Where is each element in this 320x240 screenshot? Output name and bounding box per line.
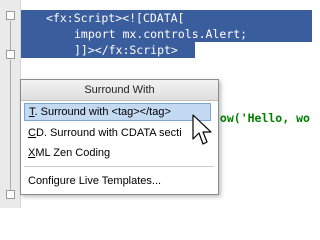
menu-item-label: Configure Live Templates... [28,175,162,187]
mnemonic: C [28,127,36,139]
popup-title: Surround With [21,80,218,101]
mouse-pointer-icon [192,114,212,145]
fold-marker-icon[interactable] [6,50,15,59]
fold-marker-icon[interactable] [6,190,15,199]
fold-line [10,60,11,190]
menu-item-label: D. Surround with CDATA secti [35,127,182,139]
menu-separator [24,166,214,167]
code-line-partial: how('Hello, wo [213,111,310,125]
editor-gutter [0,0,21,208]
fold-marker-icon[interactable] [6,11,15,20]
menu-item-label: . Surround with <tag></tag> [34,106,171,118]
code-line-1: <fx:Script><![CDATA[ [46,11,185,25]
surround-with-popup: Surround With T. Surround with <tag></ta… [20,79,219,195]
menu-item-label: ML Zen Coding [35,147,111,159]
menu-item-surround-cdata[interactable]: CD. Surround with CDATA secti [24,124,215,142]
menu-item-surround-tag[interactable]: T. Surround with <tag></tag> [24,103,211,121]
code-line-2: import mx.controls.Alert; [74,27,248,41]
fold-line [10,21,11,51]
menu-item-configure-templates[interactable]: Configure Live Templates... [24,172,215,190]
code-line-3: ]]></fx:Script> [74,43,178,57]
menu-item-zen-coding[interactable]: XML Zen Coding [24,144,215,162]
